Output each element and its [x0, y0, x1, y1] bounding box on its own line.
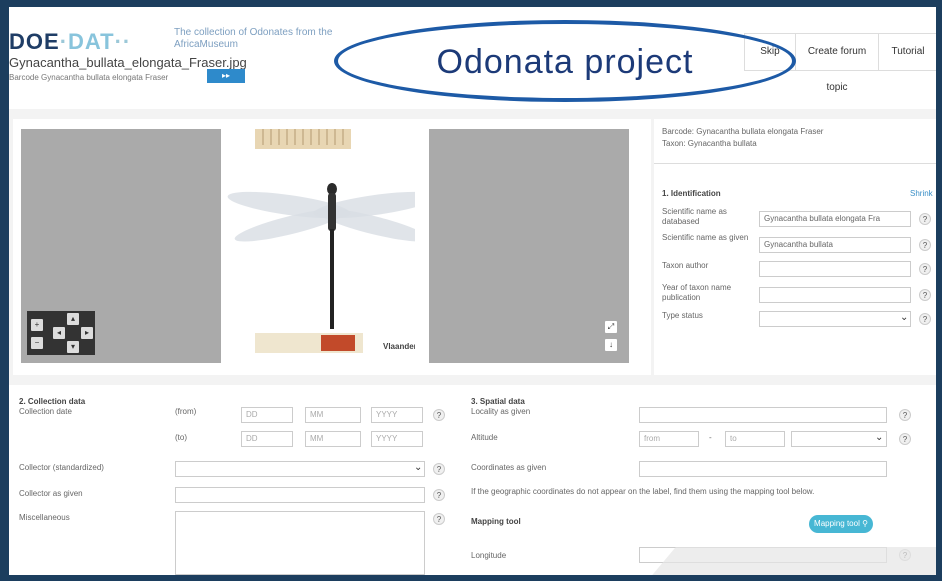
- mapping-hint: If the geographic coordinates do not app…: [471, 487, 815, 496]
- to-year-field[interactable]: YYYY: [371, 431, 423, 447]
- download-icon[interactable]: ↓: [605, 339, 617, 351]
- chip-icon: ▸▸: [221, 71, 231, 80]
- help-icon[interactable]: ?: [433, 489, 445, 501]
- zoom-out-icon[interactable]: −: [31, 337, 43, 349]
- logo-dots: ··: [114, 29, 132, 54]
- shrink-link[interactable]: Shrink: [910, 189, 933, 198]
- collector-given-field[interactable]: [175, 487, 425, 503]
- pan-up-icon[interactable]: ▴: [67, 313, 79, 325]
- sci-name-given-label: Scientific name as given: [662, 233, 749, 242]
- help-icon[interactable]: ?: [433, 463, 445, 475]
- altitude-dash: -: [709, 433, 712, 442]
- altitude-label: Altitude: [471, 433, 498, 442]
- fullscreen-icon[interactable]: ⤢: [605, 321, 617, 333]
- help-icon[interactable]: ?: [899, 409, 911, 421]
- image-pane-right: ⤢ ↓: [429, 129, 629, 363]
- to-month-field[interactable]: MM: [305, 431, 361, 447]
- taxon-author-label: Taxon author: [662, 261, 709, 270]
- create-forum-topic-button[interactable]: Create forum topic: [795, 33, 879, 93]
- pan-down-icon[interactable]: ▾: [67, 341, 79, 353]
- tutorial-button[interactable]: Tutorial: [878, 33, 936, 71]
- project-title-callout: Odonata project: [334, 20, 796, 102]
- coordinates-label: Coordinates as given: [471, 463, 547, 472]
- chevron-down-icon: ⌄: [875, 432, 884, 443]
- zoom-in-icon[interactable]: +: [31, 319, 43, 331]
- from-month-field[interactable]: MM: [305, 407, 361, 423]
- altitude-from-field[interactable]: from: [639, 431, 699, 447]
- year-publication-field[interactable]: [759, 287, 911, 303]
- help-icon[interactable]: ?: [899, 433, 911, 445]
- sci-name-databased-label: Scientific name as databased: [662, 207, 727, 226]
- help-icon[interactable]: ?: [433, 513, 445, 525]
- altitude-to-field[interactable]: to: [725, 431, 785, 447]
- collection-date-label: Collection date: [19, 407, 72, 416]
- collector-standardized-label: Collector (standardized): [19, 463, 104, 472]
- pan-controls: + − ▴ ◂ ▸ ▾: [27, 311, 95, 355]
- sci-name-given-field[interactable]: Gynacantha bullata: [759, 237, 911, 253]
- project-tagline: The collection of Odonates from the Afri…: [174, 27, 333, 50]
- mapping-tool-label: Mapping tool: [814, 519, 860, 528]
- to-day-field[interactable]: DD: [241, 431, 293, 447]
- barcode-info: Barcode: Gynacantha bullata elongata Fra…: [662, 127, 824, 136]
- mapping-tool-title: Mapping tool: [471, 517, 521, 526]
- divider: [654, 163, 936, 164]
- taxon-author-field[interactable]: [759, 261, 911, 277]
- institution-mark: Vlaanderen: [383, 342, 415, 351]
- coordinates-field[interactable]: [639, 461, 887, 477]
- app-window: DOE·DAT·· The collection of Odonates fro…: [9, 7, 936, 575]
- type-status-label: Type status: [662, 311, 703, 320]
- spatial-data-title: 3. Spatial data: [471, 397, 525, 406]
- pan-right-icon[interactable]: ▸: [81, 327, 93, 339]
- help-icon[interactable]: ?: [919, 239, 931, 251]
- barcode-subtitle: Barcode Gynacantha bullata elongata Fras…: [9, 73, 169, 82]
- chevron-down-icon: ⌄: [414, 462, 423, 473]
- from-label: (from): [175, 407, 197, 416]
- from-day-field[interactable]: DD: [241, 407, 293, 423]
- from-year-field[interactable]: YYYY: [371, 407, 423, 423]
- image-viewer: + − ▴ ◂ ▸ ▾ Vlaande ⤢ ↓: [13, 119, 651, 375]
- sci-name-databased-field[interactable]: Gynacantha bullata elongata Fra: [759, 211, 911, 227]
- miscellaneous-label: Miscellaneous: [19, 513, 70, 522]
- logo-doe: DOE: [9, 29, 60, 54]
- decorative-stripe: [642, 547, 936, 575]
- type-status-select[interactable]: [759, 311, 911, 327]
- year-publication-label: Year of taxon name publication: [662, 283, 732, 302]
- pan-left-icon[interactable]: ◂: [53, 327, 65, 339]
- help-icon[interactable]: ?: [919, 213, 931, 225]
- collector-standardized-select[interactable]: [175, 461, 425, 477]
- specimen-image: Vlaanderen: [227, 129, 415, 353]
- identification-title: 1. Identification: [662, 189, 721, 198]
- help-icon[interactable]: ?: [919, 313, 931, 325]
- collector-given-label: Collector as given: [19, 489, 83, 498]
- longitude-label: Longitude: [471, 551, 507, 560]
- miscellaneous-textarea[interactable]: [175, 511, 425, 575]
- doedat-logo[interactable]: DOE·DAT··: [9, 29, 131, 55]
- chevron-down-icon: ⌄: [900, 312, 909, 323]
- locality-field[interactable]: [639, 407, 887, 423]
- info-chip[interactable]: ▸▸: [207, 69, 245, 83]
- to-label: (to): [175, 433, 187, 442]
- collection-data-title: 2. Collection data: [19, 397, 86, 406]
- logo-dat: DAT: [68, 29, 115, 54]
- mapping-tool-button[interactable]: Mapping tool ⚲: [809, 515, 873, 533]
- pin-icon: ⚲: [862, 519, 868, 528]
- dragonfly-icon: [227, 183, 415, 329]
- identification-panel: Barcode: Gynacantha bullata elongata Fra…: [654, 119, 936, 375]
- specimen-tag: [321, 335, 355, 351]
- help-icon[interactable]: ?: [433, 409, 445, 421]
- taxon-info: Taxon: Gynacantha bullata: [662, 139, 757, 148]
- image-filename: Gynacantha_bullata_elongata_Fraser.jpg: [9, 55, 247, 70]
- help-icon[interactable]: ?: [919, 289, 931, 301]
- locality-label: Locality as given: [471, 407, 531, 416]
- logo-dot: ·: [59, 29, 69, 54]
- image-pane-left: + − ▴ ◂ ▸ ▾: [21, 129, 221, 363]
- help-icon[interactable]: ?: [919, 263, 931, 275]
- altitude-unit-select[interactable]: [791, 431, 887, 447]
